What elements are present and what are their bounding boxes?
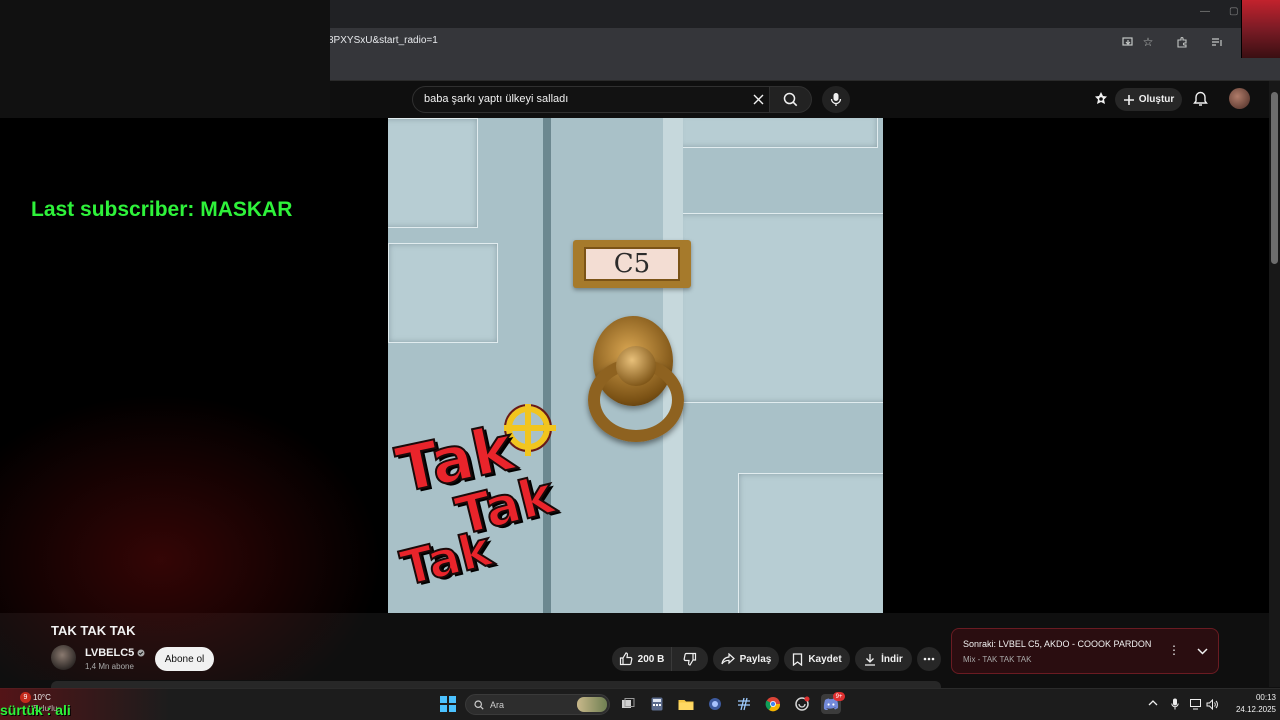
more-actions-button[interactable] <box>917 647 941 671</box>
chrome-icon[interactable] <box>763 694 783 714</box>
door-knocker-boss <box>616 346 656 386</box>
door-panel <box>678 213 883 403</box>
streamer-camera-thumbnail <box>1241 0 1280 58</box>
minimize-button[interactable]: — <box>1200 6 1210 17</box>
bookmark-icon <box>793 652 803 666</box>
last-subscriber-overlay: Last subscriber: MASKAR <box>31 198 293 221</box>
video-title: TAK TAK TAK <box>51 623 136 638</box>
windows-start-icon[interactable] <box>440 696 456 712</box>
search-highlight-image <box>577 697 607 712</box>
file-explorer-icon[interactable] <box>676 694 696 714</box>
download-icon <box>865 653 876 666</box>
channel-name[interactable]: LVBELC5 <box>85 647 145 659</box>
taskbar-search-placeholder: Ara <box>490 699 505 710</box>
tak-sticker: Tak Tak Tak <box>389 410 561 598</box>
clear-icon[interactable] <box>749 90 767 108</box>
door-number-plate: C5 <box>573 240 691 288</box>
stream-overlay-name: sürtük : ali <box>0 702 71 718</box>
app-globe-icon[interactable] <box>705 694 725 714</box>
door-panel <box>678 118 878 148</box>
account-avatar[interactable] <box>1229 88 1250 109</box>
door-panel <box>388 118 478 228</box>
discord-notification-badge: 9+ <box>833 692 845 701</box>
install-app-icon[interactable] <box>1120 34 1136 50</box>
save-button[interactable]: Kaydet <box>784 647 850 671</box>
gem-icon[interactable] <box>1092 90 1110 108</box>
microphone-tray-icon[interactable] <box>1168 697 1182 711</box>
up-next-subtitle: Mix - TAK TAK TAK <box>963 655 1032 664</box>
network-icon[interactable] <box>1189 697 1203 711</box>
share-button[interactable]: Paylaş <box>713 647 779 671</box>
scrollbar-thumb[interactable] <box>1271 92 1278 264</box>
media-control-icon[interactable] <box>1209 34 1225 50</box>
share-icon <box>721 653 735 665</box>
task-view-icon[interactable] <box>618 694 638 714</box>
maximize-button[interactable]: ▢ <box>1229 6 1238 17</box>
subscriber-count: 1,4 Mn abone <box>85 662 134 671</box>
search-input[interactable] <box>424 93 744 105</box>
door-panel <box>388 243 498 343</box>
verified-badge-icon <box>137 649 145 657</box>
clock-time[interactable]: 00:13 <box>1236 693 1276 702</box>
calculator-icon[interactable] <box>647 694 667 714</box>
windows-taskbar <box>0 688 1280 720</box>
search-box[interactable] <box>412 86 770 113</box>
video-frame-door-image[interactable]: C5 Tak Tak Tak <box>388 118 883 613</box>
mic-icon <box>830 93 842 106</box>
more-horizontal-icon <box>923 657 935 661</box>
url-text[interactable]: 8PXYSxU&start_radio=1 <box>328 35 438 46</box>
taskbar-search[interactable]: Ara <box>465 694 610 715</box>
chevron-down-icon[interactable] <box>1194 643 1210 659</box>
channel-avatar[interactable] <box>51 645 76 670</box>
create-label: Oluştur <box>1138 94 1175 105</box>
create-button[interactable]: Oluştur <box>1115 88 1182 111</box>
extensions-icon[interactable] <box>1174 34 1190 50</box>
like-count: 200 B <box>637 653 665 665</box>
plate-text: C5 <box>613 249 651 279</box>
kebab-menu-icon[interactable]: ⋮ <box>1168 643 1180 657</box>
steam-icon[interactable] <box>734 694 754 714</box>
thumbs-up-icon <box>619 652 633 666</box>
weather-temperature[interactable]: 10°C <box>33 693 51 702</box>
download-button[interactable]: İndir <box>855 647 912 671</box>
bell-icon[interactable] <box>1191 90 1209 108</box>
tray-overflow-chevron-icon[interactable] <box>1148 698 1158 709</box>
search-icon <box>783 92 798 107</box>
plus-icon <box>1123 94 1134 105</box>
up-next-title[interactable]: Sonraki: LVBEL C5, AKDO - COOOK PARDON <box>963 639 1151 649</box>
search-button[interactable] <box>770 86 812 113</box>
door-panel <box>738 473 883 613</box>
bookmark-star-icon[interactable]: ☆ <box>1140 34 1156 50</box>
up-next-panel[interactable]: Sonraki: LVBEL C5, AKDO - COOOK PARDON M… <box>951 628 1219 674</box>
subscribe-button[interactable]: Abone ol <box>155 647 214 671</box>
thumbs-down-icon <box>683 652 697 666</box>
like-button[interactable]: 200 B <box>612 647 671 671</box>
dislike-button[interactable] <box>671 647 708 671</box>
clock-date[interactable]: 24.12.2025 <box>1226 705 1276 714</box>
volume-icon[interactable] <box>1205 697 1219 711</box>
voice-search-button[interactable] <box>822 86 850 113</box>
epic-launcher-icon[interactable] <box>792 694 812 714</box>
search-icon <box>474 699 484 710</box>
